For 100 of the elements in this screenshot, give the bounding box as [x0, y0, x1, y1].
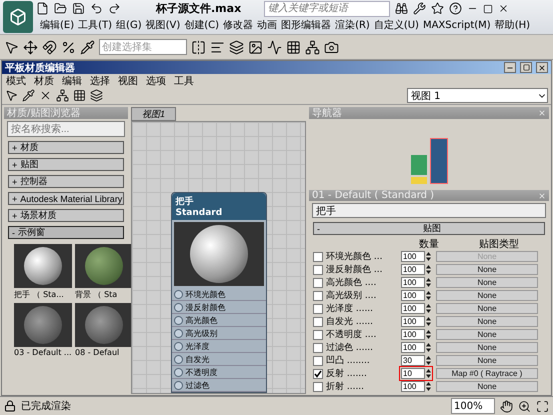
sample-slot[interactable] — [75, 244, 133, 288]
grid-icon[interactable] — [73, 89, 86, 102]
map-button[interactable]: None — [436, 303, 538, 314]
spinner-arrows-icon[interactable] — [426, 278, 431, 287]
checkbox[interactable] — [313, 278, 323, 288]
select-icon[interactable] — [4, 40, 19, 54]
spinner-arrows-icon[interactable] — [426, 382, 431, 391]
align-icon[interactable] — [210, 40, 225, 54]
sample-slot[interactable] — [14, 244, 72, 288]
spinner-arrows-icon[interactable] — [426, 304, 431, 313]
checkbox[interactable] — [313, 316, 323, 326]
save-icon[interactable] — [72, 2, 85, 15]
menu-item[interactable]: 视图(V) — [146, 18, 180, 32]
map-button[interactable]: None — [436, 277, 538, 288]
spinner-arrows-icon[interactable] — [426, 291, 431, 300]
menu-item[interactable]: 动画 — [257, 18, 278, 32]
checkbox[interactable] — [313, 356, 323, 366]
menu-item[interactable]: 图形编辑器 — [281, 18, 332, 32]
menu-item[interactable]: 工具 — [174, 74, 194, 88]
new-file-icon[interactable] — [36, 2, 49, 15]
map-button[interactable]: None — [436, 264, 538, 275]
spinner-arrows-icon[interactable] — [426, 330, 431, 339]
amount-spinner[interactable]: 10 — [399, 366, 433, 381]
pan-icon[interactable] — [500, 400, 513, 412]
menu-item[interactable]: 工具(T) — [78, 18, 112, 32]
layers-icon[interactable] — [229, 40, 244, 54]
select-icon[interactable] — [5, 89, 18, 102]
undo-icon[interactable] — [90, 2, 103, 15]
image-icon[interactable] — [248, 40, 263, 54]
grid-icon[interactable] — [286, 40, 301, 54]
node-icon[interactable] — [56, 89, 69, 102]
rollout-header[interactable]: - 贴图 — [313, 222, 545, 235]
menu-item[interactable]: 选择 — [90, 74, 110, 88]
move-icon[interactable] — [23, 40, 38, 54]
spinner-arrows-icon[interactable] — [426, 343, 431, 352]
map-button[interactable]: None — [436, 342, 538, 353]
close-icon[interactable] — [498, 3, 510, 14]
menu-item[interactable]: 模式 — [6, 74, 26, 88]
layers-icon[interactable] — [90, 89, 103, 102]
maximize-icon[interactable] — [483, 4, 494, 14]
checkbox[interactable] — [313, 382, 323, 392]
map-button[interactable]: None — [436, 355, 538, 366]
menu-item[interactable]: 创建(C) — [184, 18, 220, 32]
checkbox[interactable] — [313, 342, 323, 352]
menu-item[interactable]: 组(G) — [116, 18, 142, 32]
menu-item[interactable]: 帮助(H) — [494, 18, 530, 32]
group-header[interactable]: + Autodesk Material Library — [8, 192, 124, 205]
search-field[interactable]: 键入关键字或短语 — [264, 0, 390, 16]
menu-item[interactable]: 视图 — [118, 74, 138, 88]
checkbox[interactable] — [313, 330, 323, 340]
menu-item[interactable]: 渲染(R) — [335, 18, 370, 32]
close-button[interactable] — [536, 62, 548, 73]
spinner-arrows-icon[interactable] — [426, 317, 431, 326]
group-header[interactable]: + 场景材质 — [8, 209, 124, 222]
checkbox[interactable] — [313, 264, 323, 274]
delete-icon[interactable] — [39, 89, 52, 102]
material-node[interactable]: 把手 Standard 环境光颜色 漫反射颜色 高光颜色 高光级别 光泽度 自发光 不透明度 过滤色 — [170, 192, 266, 393]
zoom-dropdown[interactable]: 100% — [451, 398, 495, 414]
map-button[interactable]: None — [436, 329, 538, 340]
curve-icon[interactable] — [267, 40, 282, 54]
percent-icon[interactable] — [61, 40, 76, 54]
redo-icon[interactable] — [108, 2, 121, 15]
view-tab[interactable]: 视图1 — [131, 107, 176, 121]
mirror-icon[interactable] — [191, 40, 206, 54]
folder-icon[interactable] — [54, 2, 67, 15]
menu-item[interactable]: MAXScript(M) — [422, 20, 491, 30]
eyedropper-icon[interactable] — [22, 89, 35, 102]
star-icon[interactable] — [431, 2, 444, 15]
checkbox[interactable] — [313, 304, 323, 314]
minimize-button[interactable] — [504, 62, 516, 73]
binoculars-icon[interactable] — [395, 2, 408, 15]
checkbox[interactable] — [313, 368, 323, 378]
spinner-arrows-icon[interactable] — [426, 265, 431, 274]
map-button[interactable]: None — [436, 290, 538, 301]
group-header[interactable]: - 示例窗 — [8, 226, 124, 239]
menu-item[interactable]: 材质 — [34, 74, 54, 88]
spinner-arrows-icon[interactable] — [426, 356, 431, 365]
group-header[interactable]: + 材质 — [8, 141, 124, 154]
help-icon[interactable] — [449, 2, 462, 15]
wrench-icon[interactable] — [413, 2, 426, 15]
map-button[interactable]: None — [436, 381, 538, 392]
menu-item[interactable]: 自定义(U) — [374, 18, 419, 32]
checkbox[interactable] — [313, 290, 323, 300]
magnet-icon[interactable] — [42, 40, 57, 54]
menu-item[interactable]: 编辑(E) — [40, 18, 74, 32]
search-field[interactable]: 按名称搜索... — [7, 121, 125, 137]
menu-item[interactable]: 修改器 — [223, 18, 254, 32]
zoom-icon[interactable] — [518, 400, 531, 412]
group-header[interactable]: + 控制器 — [8, 175, 124, 188]
spinner-arrows-icon[interactable] — [426, 369, 431, 378]
map-button[interactable]: None — [436, 316, 538, 327]
zoom-extents-icon[interactable] — [536, 400, 549, 412]
app-logo-icon[interactable] — [3, 1, 33, 33]
view-dropdown[interactable]: 视图 1 — [407, 88, 548, 103]
menu-item[interactable]: 选项 — [146, 74, 166, 88]
group-header[interactable]: + 贴图 — [8, 158, 124, 171]
maximize-button[interactable] — [520, 62, 532, 73]
map-button[interactable]: Map #0 ( Raytrace ) — [436, 368, 538, 379]
menu-item[interactable]: 编辑 — [62, 74, 82, 88]
name-field[interactable]: 把手 — [312, 203, 546, 218]
